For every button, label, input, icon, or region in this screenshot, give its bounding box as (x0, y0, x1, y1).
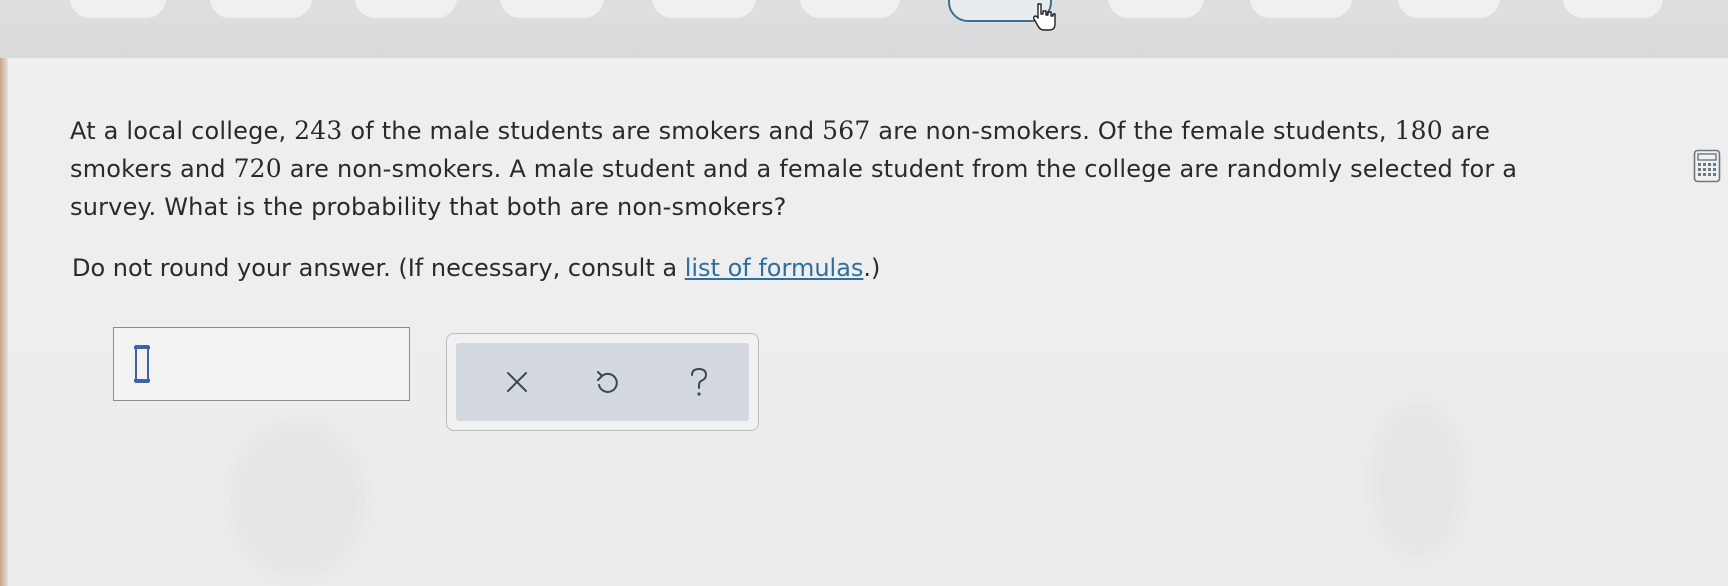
progress-pill[interactable] (210, 0, 312, 18)
female-smokers-value: 180 (1394, 116, 1443, 145)
progress-pill[interactable] (70, 0, 166, 18)
progress-pill[interactable] (652, 0, 756, 18)
clear-button[interactable] (492, 357, 542, 407)
answer-input[interactable] (113, 327, 410, 401)
male-nonsmokers-value: 567 (822, 116, 871, 145)
calculator-icon[interactable] (1693, 149, 1721, 183)
instruction-prefix: Do not round your answer. (If necessary,… (72, 254, 685, 282)
progress-pill[interactable] (1250, 0, 1352, 18)
progress-pill[interactable] (1563, 0, 1663, 18)
progress-pill[interactable] (1108, 0, 1204, 18)
undo-button[interactable] (582, 357, 632, 407)
question-text-part: are non-smokers. A male student and a fe… (70, 155, 1518, 221)
instruction-text: Do not round your answer. (If necessary,… (72, 254, 880, 282)
question-text-part: of the male students are smokers and (342, 117, 823, 145)
progress-pill[interactable] (500, 0, 604, 18)
screen: At a local college, 243 of the male stud… (0, 0, 1728, 586)
question-text: At a local college, 243 of the male stud… (70, 112, 1540, 226)
hand-cursor-icon (1032, 3, 1056, 31)
question-text-part: At a local college, (70, 117, 295, 145)
help-button[interactable] (674, 357, 724, 407)
progress-pill[interactable] (355, 0, 457, 18)
answer-toolbar-tray (456, 343, 749, 421)
female-nonsmokers-value: 720 (233, 154, 282, 183)
progress-bar (0, 0, 1728, 58)
male-smokers-value: 243 (294, 116, 343, 145)
answer-toolbar (446, 333, 759, 431)
instruction-suffix: .) (863, 254, 881, 282)
close-icon (507, 372, 527, 392)
text-cursor-icon (134, 345, 150, 383)
progress-pill[interactable] (1398, 0, 1500, 18)
undo-icon (597, 371, 618, 393)
help-icon (691, 367, 708, 396)
formulas-link[interactable]: list of formulas (685, 254, 864, 282)
question-text-part: are non-smokers. Of the female students, (870, 117, 1395, 145)
progress-pill[interactable] (800, 0, 900, 18)
